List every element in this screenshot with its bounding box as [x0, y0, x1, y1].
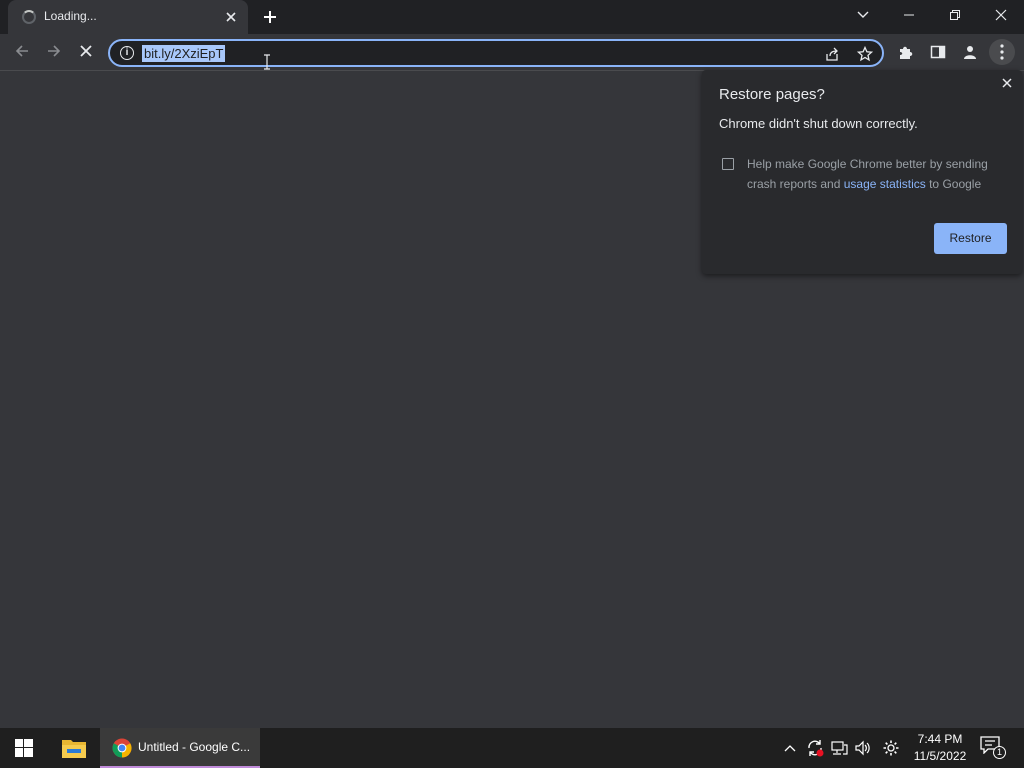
action-center-button[interactable]: 1	[980, 736, 1006, 760]
puzzle-piece-icon	[900, 46, 913, 59]
side-panel-icon	[930, 45, 946, 59]
chrome-taskbar-label: Untitled - Google C...	[138, 740, 251, 754]
taskbar-clock[interactable]: 7:44 PM 11/5/2022	[908, 731, 972, 765]
chevron-up-icon	[784, 745, 796, 752]
dialog-title: Restore pages?	[719, 86, 825, 103]
clock-time: 7:44 PM	[917, 732, 963, 746]
chevron-down-icon	[857, 11, 869, 18]
tab-title: Loading...	[44, 9, 97, 23]
loading-spinner-icon	[22, 10, 36, 24]
text-cursor-icon	[264, 54, 270, 70]
new-tab-button[interactable]	[258, 6, 282, 28]
more-vertical-icon	[989, 39, 1015, 65]
sync-status-button[interactable]	[805, 738, 825, 758]
site-info-icon[interactable]: i	[120, 46, 134, 60]
usage-statistics-link[interactable]: usage statistics	[844, 177, 926, 191]
folder-icon	[62, 740, 86, 758]
restore-window-button[interactable]	[932, 0, 978, 30]
close-icon	[226, 12, 236, 22]
network-button[interactable]	[829, 738, 849, 758]
start-button[interactable]	[0, 728, 48, 768]
clock-date: 11/5/2022	[913, 749, 967, 763]
windows-logo-icon	[15, 739, 33, 757]
chrome-taskbar-button[interactable]: Untitled - Google C...	[100, 728, 260, 768]
profile-button[interactable]	[956, 37, 984, 67]
address-bar[interactable]: i bit.ly/2XziEpT	[108, 39, 884, 67]
chrome-logo-icon	[112, 738, 132, 758]
extensions-button[interactable]	[892, 37, 920, 67]
gear-icon	[883, 740, 899, 756]
tab-close-button[interactable]	[222, 8, 240, 26]
file-explorer-button[interactable]	[50, 728, 98, 768]
bookmark-button[interactable]	[855, 45, 875, 63]
show-hidden-icons-button[interactable]	[780, 738, 800, 758]
windows-taskbar: Untitled - Google C... 7:44 PM 11/5/2022…	[0, 728, 1024, 768]
crash-report-checkbox[interactable]	[722, 158, 734, 170]
minimize-icon	[904, 14, 914, 16]
dialog-message: Chrome didn't shut down correctly.	[719, 116, 918, 131]
sync-error-icon	[808, 740, 824, 757]
arrow-left-icon	[15, 45, 28, 57]
restore-pages-dialog: Restore pages? Chrome didn't shut down c…	[702, 70, 1022, 274]
dialog-close-button[interactable]	[998, 74, 1016, 92]
close-icon	[80, 45, 92, 57]
chrome-menu-button[interactable]	[988, 37, 1016, 67]
arrow-right-icon	[48, 45, 61, 57]
browser-toolbar: i bit.ly/2XziEpT	[0, 34, 1024, 71]
close-icon	[1002, 78, 1012, 88]
restore-icon	[950, 10, 960, 20]
side-panel-button[interactable]	[924, 37, 952, 67]
tab-loading[interactable]: Loading...	[8, 0, 248, 34]
minimize-button[interactable]	[886, 0, 932, 30]
stop-loading-button[interactable]	[72, 36, 100, 66]
tab-strip: Loading...	[0, 0, 1024, 34]
help-text-after: to Google	[925, 177, 982, 191]
back-button[interactable]	[8, 36, 36, 66]
notification-count-badge: 1	[993, 746, 1006, 759]
share-icon	[826, 47, 838, 61]
tab-search-button[interactable]	[840, 0, 886, 30]
volume-button[interactable]	[853, 738, 873, 758]
star-icon	[857, 46, 873, 62]
settings-button[interactable]	[881, 738, 901, 758]
network-icon	[831, 741, 848, 755]
url-text[interactable]: bit.ly/2XziEpT	[142, 45, 226, 62]
speaker-icon	[855, 740, 870, 756]
person-icon	[964, 46, 976, 59]
restore-button[interactable]: Restore	[934, 223, 1007, 254]
share-button[interactable]	[822, 45, 842, 63]
close-window-button[interactable]	[978, 0, 1024, 30]
forward-button[interactable]	[40, 36, 68, 66]
crash-report-label: Help make Google Chrome better by sendin…	[747, 154, 1007, 194]
plus-icon	[264, 11, 276, 23]
close-icon	[995, 9, 1007, 21]
